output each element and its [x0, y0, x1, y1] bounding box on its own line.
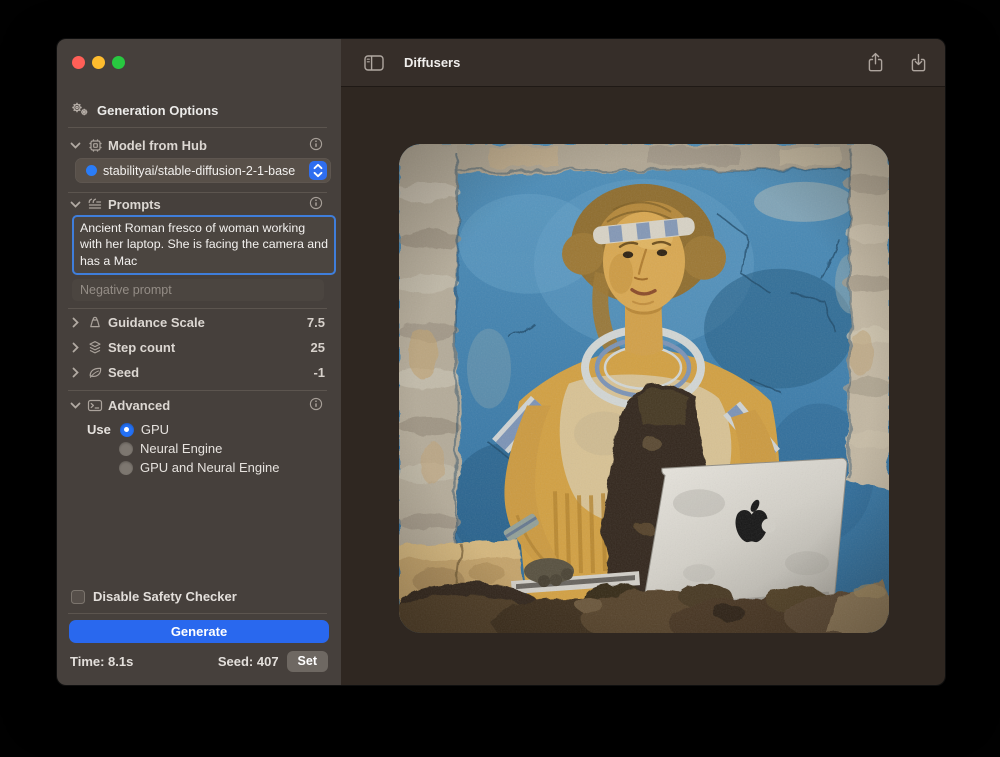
generated-image — [399, 144, 889, 633]
compute-unit-option-gpu-and-neural-engine[interactable]: GPU and Neural Engine — [119, 460, 279, 475]
desktop: Generation Options Model from Hub — [0, 0, 1000, 757]
chevron-right-icon[interactable] — [69, 367, 81, 378]
chevron-down-icon[interactable] — [69, 402, 81, 409]
sidebar-toggle-icon[interactable] — [364, 55, 384, 71]
close-button[interactable] — [72, 56, 85, 69]
cpu-icon — [86, 138, 104, 153]
divider — [68, 308, 327, 309]
advanced-section-label: Advanced — [108, 398, 170, 413]
prompt-input[interactable]: Ancient Roman fresco of woman working wi… — [80, 220, 328, 270]
advanced-section-row[interactable]: Advanced — [57, 396, 341, 414]
info-circle-icon[interactable] — [309, 397, 323, 414]
generation-options-label: Generation Options — [97, 103, 218, 118]
radio-gpu-and-ne[interactable] — [119, 461, 133, 475]
share-icon[interactable] — [867, 52, 884, 73]
model-select-value: stabilityai/stable-diffusion-2-1-base — [103, 164, 295, 178]
step-count-label: Step count — [108, 340, 175, 355]
prompts-section-row[interactable]: Prompts — [57, 195, 341, 213]
generate-button[interactable]: Generate — [69, 620, 329, 643]
chevron-right-icon[interactable] — [69, 342, 81, 353]
zoom-button[interactable] — [112, 56, 125, 69]
sidebar: Generation Options Model from Hub — [57, 39, 341, 685]
weight-icon — [86, 315, 104, 329]
set-seed-button[interactable]: Set — [287, 651, 328, 672]
radio-gpu-and-ne-label: GPU and Neural Engine — [140, 460, 279, 475]
model-section-row[interactable]: Model from Hub — [57, 136, 341, 154]
use-label: Use — [87, 422, 111, 437]
chevron-right-icon[interactable] — [69, 317, 81, 328]
prompts-section-label: Prompts — [108, 197, 161, 212]
guidance-scale-row[interactable]: Guidance Scale 7.5 — [57, 313, 341, 331]
guidance-scale-value: 7.5 — [307, 315, 325, 330]
info-circle-icon[interactable] — [309, 196, 323, 213]
terminal-icon — [86, 399, 104, 412]
divider — [68, 127, 327, 128]
window-title: Diffusers — [404, 55, 460, 70]
seed-row[interactable]: Seed -1 — [57, 363, 341, 381]
divider — [68, 390, 327, 391]
seed-value: -1 — [313, 365, 325, 380]
download-icon[interactable] — [910, 52, 927, 73]
guidance-scale-label: Guidance Scale — [108, 315, 205, 330]
divider — [68, 613, 327, 614]
prompt-field-wrap: Ancient Roman fresco of woman working wi… — [72, 215, 336, 275]
radio-gpu[interactable] — [120, 423, 134, 437]
canvas-area — [341, 87, 945, 685]
popup-stepper-icon[interactable] — [309, 161, 327, 180]
disable-safety-checker-row[interactable]: Disable Safety Checker — [71, 589, 237, 604]
info-circle-icon[interactable] — [309, 137, 323, 154]
chevron-down-icon[interactable] — [69, 142, 81, 149]
main-area: Diffusers — [341, 39, 945, 685]
text-quote-icon — [86, 197, 104, 211]
safety-checkbox[interactable] — [71, 590, 85, 604]
minimize-button[interactable] — [92, 56, 105, 69]
radio-neural-engine[interactable] — [119, 442, 133, 456]
step-count-row[interactable]: Step count 25 — [57, 338, 341, 356]
titlebar: Diffusers — [341, 39, 945, 87]
gears-icon — [70, 101, 89, 120]
safety-checkbox-label: Disable Safety Checker — [93, 589, 237, 604]
chevron-down-icon[interactable] — [69, 201, 81, 208]
leaf-icon — [86, 366, 104, 379]
negative-prompt-input[interactable] — [72, 279, 324, 301]
seed-label: Seed — [108, 365, 139, 380]
divider — [68, 192, 327, 193]
model-select[interactable]: stabilityai/stable-diffusion-2-1-base — [75, 158, 331, 183]
cube-stack-icon — [86, 340, 104, 355]
compute-unit-option-gpu[interactable]: Use GPU — [87, 422, 169, 437]
radio-gpu-label: GPU — [141, 422, 169, 437]
generation-options-header: Generation Options — [70, 101, 218, 120]
status-bar: Time: 8.1s Seed: 407 Set — [70, 649, 328, 673]
fresco-illustration — [399, 144, 889, 633]
time-status: Time: 8.1s — [70, 654, 133, 669]
traffic-lights — [72, 56, 125, 69]
compute-unit-option-neural-engine[interactable]: Neural Engine — [119, 441, 222, 456]
app-window: Generation Options Model from Hub — [56, 38, 946, 686]
seed-status: Seed: 407 — [218, 654, 279, 669]
radio-neural-engine-label: Neural Engine — [140, 441, 222, 456]
step-count-value: 25 — [311, 340, 325, 355]
model-section-label: Model from Hub — [108, 138, 207, 153]
model-status-dot — [86, 165, 97, 176]
